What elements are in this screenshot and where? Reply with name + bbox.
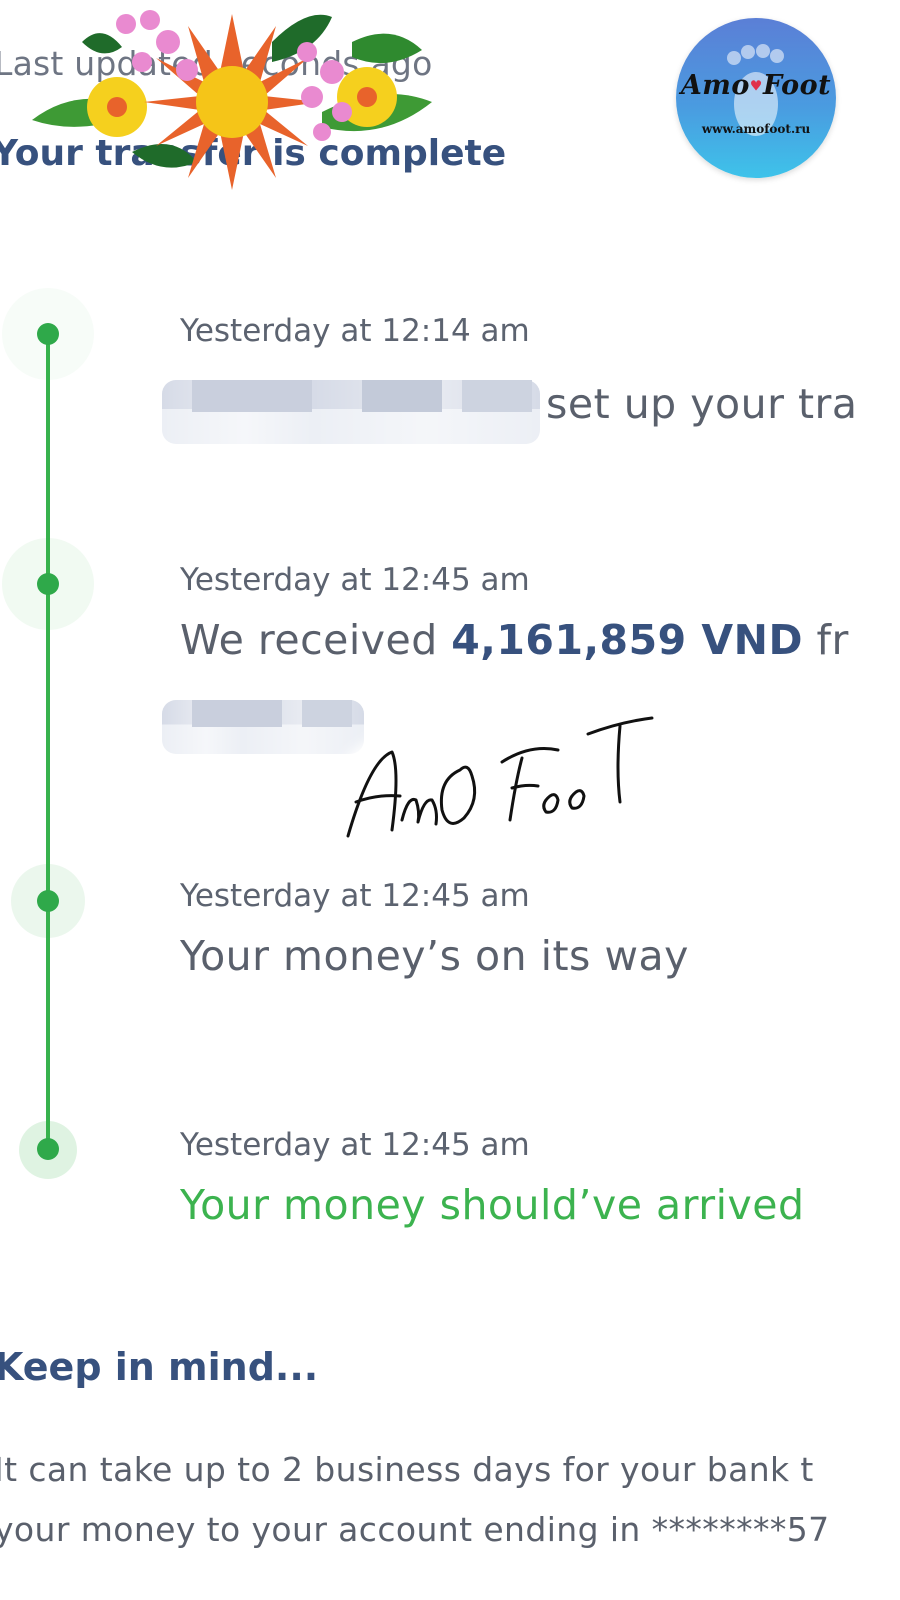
event-text: Your money’s on its way bbox=[180, 932, 689, 980]
event-time: Yesterday at 12:14 am bbox=[180, 313, 530, 349]
logo-name: Amo♥Foot bbox=[680, 70, 832, 101]
signature-watermark bbox=[340, 715, 660, 838]
logo-url: www.amofoot.ru bbox=[701, 122, 811, 136]
amofoot-logo: Amo♥Foot www.amofoot.ru bbox=[676, 18, 836, 178]
keep-in-mind-title: Keep in mind... bbox=[0, 1345, 319, 1389]
received-amount: 4,161,859 VND bbox=[451, 616, 803, 664]
timeline-event: Yesterday at 12:45 am Your money should’… bbox=[180, 1127, 805, 1229]
event-text-prefix: We received bbox=[180, 616, 452, 664]
timeline-line bbox=[46, 333, 50, 1148]
event-text: We received 4,161,859 VND fr bbox=[180, 616, 849, 664]
redacted-name bbox=[162, 380, 540, 444]
event-text-success: Your money should’ve arrived bbox=[180, 1181, 805, 1229]
transfer-status-page: Last updated seconds ago Your transfer i… bbox=[0, 0, 900, 1600]
keep-in-mind-line: your money to your account ending in ***… bbox=[0, 1510, 830, 1549]
flower-sticker-icon bbox=[32, 10, 432, 190]
event-time: Yesterday at 12:45 am bbox=[180, 878, 530, 914]
timeline-event: Yesterday at 12:14 am bbox=[180, 313, 530, 349]
event-time: Yesterday at 12:45 am bbox=[180, 1127, 530, 1163]
event-time: Yesterday at 12:45 am bbox=[180, 562, 530, 598]
event-text-suffix: fr bbox=[802, 616, 849, 664]
timeline-event: Yesterday at 12:45 am Your money’s on it… bbox=[180, 878, 689, 980]
event-text: set up your tra bbox=[546, 380, 858, 428]
timeline-event: Yesterday at 12:45 am We received 4,161,… bbox=[180, 562, 849, 664]
keep-in-mind-line: It can take up to 2 business days for yo… bbox=[0, 1450, 814, 1489]
